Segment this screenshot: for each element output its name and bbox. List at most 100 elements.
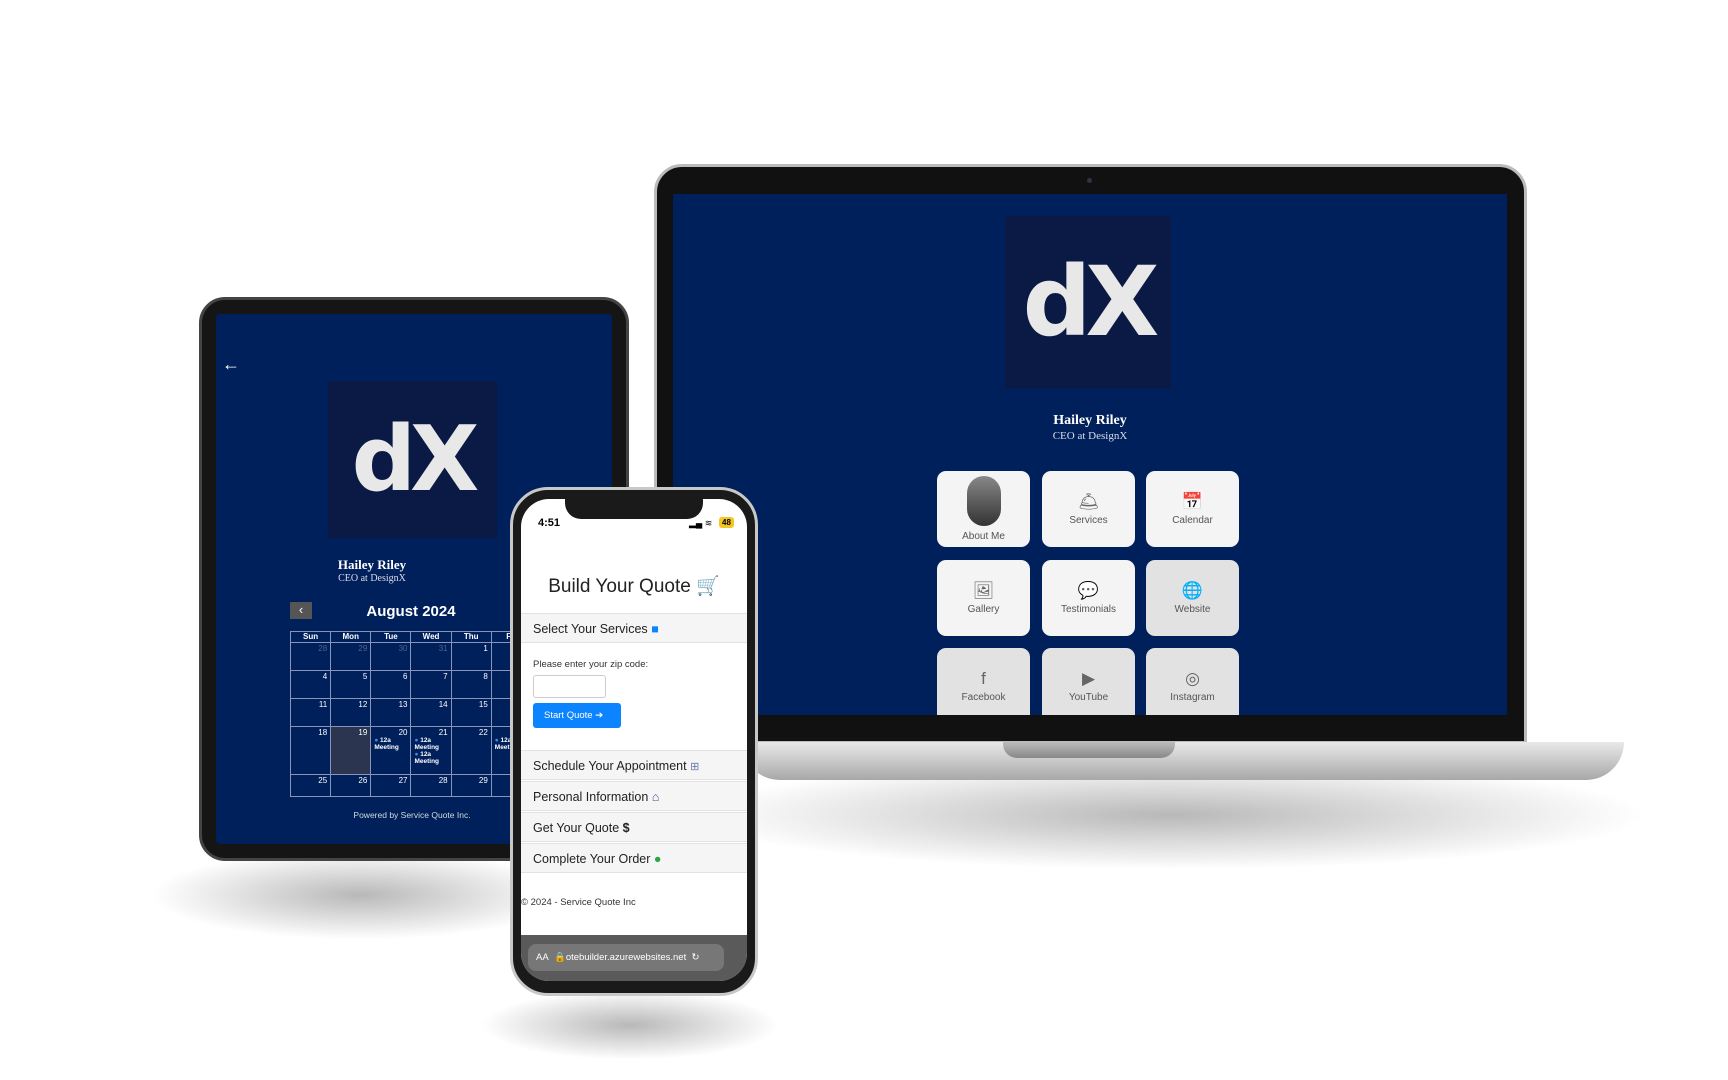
reload-icon[interactable]: ↻ (692, 952, 700, 963)
tile-label: About Me (962, 531, 1005, 542)
day-number: 25 (318, 776, 328, 785)
text-size-button[interactable]: AA (536, 952, 549, 963)
weekday-header: Tue (370, 631, 412, 643)
tile-about-me[interactable]: About Me (937, 471, 1030, 547)
phone-notch (565, 497, 703, 519)
calendar-day[interactable]: 27 (370, 774, 412, 797)
tile-website[interactable]: 🌐 Website (1146, 560, 1239, 636)
day-number: 21 (438, 728, 448, 737)
calendar-day[interactable]: 5 (330, 670, 372, 699)
signal-wifi-icon: ▂▄ ≋ (689, 518, 713, 528)
calendar-day[interactable]: 20 ● 12a Meeting (370, 726, 412, 775)
calendar-event[interactable]: ● 12a Meeting (414, 751, 447, 765)
globe-icon: 🌐 (1181, 580, 1204, 600)
calendar-day[interactable]: 7 (410, 670, 452, 699)
back-arrow-icon[interactable]: ← (222, 354, 240, 375)
browser-toolbar: AA 🔒otebuilder.azurewebsites.net ↻ (521, 935, 747, 981)
step-label: Select Your Services (533, 622, 648, 636)
calendar-day[interactable]: 22 (450, 726, 492, 775)
tile-facebook[interactable]: f Facebook (937, 648, 1030, 715)
arrow-circle-icon: ➔ (595, 710, 604, 721)
step-personal-info[interactable]: Personal Information ⌂ (521, 781, 747, 811)
tile-label: Gallery (967, 603, 1000, 615)
calendar-day[interactable]: 29 (330, 642, 372, 671)
laptop-camera (1087, 178, 1092, 183)
calendar-day[interactable]: 25 (289, 774, 332, 797)
day-number: 28 (438, 776, 448, 785)
prev-month-button[interactable]: ‹ (290, 602, 312, 619)
day-number: 11 (318, 700, 328, 709)
shopping-bag-icon: ■ (651, 622, 659, 636)
calendar-day[interactable]: 18 (289, 726, 332, 775)
tile-label: Calendar (1172, 514, 1213, 526)
calendar-day[interactable]: 26 (330, 774, 372, 797)
zip-input[interactable] (533, 675, 606, 698)
step-schedule[interactable]: Schedule Your Appointment ⊞ (521, 750, 747, 780)
laptop-base (742, 742, 1624, 780)
day-number: 13 (398, 700, 408, 709)
day-number: 19 (358, 728, 368, 737)
day-number: 26 (358, 776, 368, 785)
calendar-day[interactable]: 14 (410, 698, 452, 727)
tile-label: YouTube (1068, 691, 1109, 703)
instagram-icon: ◎ (1185, 668, 1200, 688)
calendar-day[interactable]: 15 (450, 698, 492, 727)
facebook-icon: f (981, 668, 986, 688)
chat-icon: 💬 (1077, 580, 1100, 600)
tile-label: Instagram (1170, 691, 1215, 703)
tile-youtube[interactable]: ▶ YouTube (1042, 648, 1135, 715)
calendar-day[interactable]: 8 (450, 670, 492, 699)
calendar-event[interactable]: ● 12a Meeting (374, 737, 407, 751)
calendar-day[interactable]: 6 (370, 670, 412, 699)
day-number: 8 (483, 672, 488, 681)
tile-label: Website (1174, 603, 1211, 615)
tile-gallery[interactable]: 🖼 Gallery (937, 560, 1030, 636)
start-quote-button[interactable]: Start Quote ➔ (533, 703, 621, 728)
tile-label: Testimonials (1060, 603, 1117, 615)
step-label: Personal Information (533, 790, 649, 804)
phone-screen: 4:51 ▂▄ ≋ 48 Build Your Quote 🛒 Select Y… (521, 499, 747, 981)
laptop-notch (1003, 742, 1175, 758)
calendar-day[interactable]: 28 (289, 642, 332, 671)
profile-name: Hailey Riley (337, 557, 407, 572)
calendar-month-title: August 2024 (366, 603, 456, 620)
event-title: Meeting (374, 744, 399, 751)
button-label: Start Quote (544, 710, 593, 721)
day-number: 14 (438, 700, 448, 709)
day-number: 30 (398, 644, 408, 653)
day-number: 22 (478, 728, 488, 737)
calendar-day[interactable]: 1 (450, 642, 492, 671)
tile-services[interactable]: 🛎 Services (1042, 471, 1135, 547)
profile-title: CEO at DesignX (1052, 430, 1128, 442)
calendar-day[interactable]: 13 (370, 698, 412, 727)
weekday-header: Mon (330, 631, 372, 643)
lock-icon: 🔒 (553, 952, 566, 963)
step-select-services[interactable]: Select Your Services ■ (521, 613, 747, 643)
home-icon: ⌂ (651, 790, 660, 804)
day-number: 15 (478, 700, 488, 709)
calendar-day[interactable]: 11 (289, 698, 332, 727)
step-label: Schedule Your Appointment (533, 759, 687, 773)
step-complete-order[interactable]: Complete Your Order ● (521, 843, 747, 873)
tile-instagram[interactable]: ◎ Instagram (1146, 648, 1239, 715)
calendar-day[interactable]: 19 (330, 726, 372, 775)
day-number: 20 (398, 728, 408, 737)
step-get-quote[interactable]: Get Your Quote $ (521, 812, 747, 842)
tile-label: Services (1069, 514, 1108, 526)
weekday-header: Thu (450, 631, 492, 643)
tile-testimonials[interactable]: 💬 Testimonials (1042, 560, 1135, 636)
tile-calendar[interactable]: 📅 Calendar (1146, 471, 1239, 547)
calendar-day[interactable]: 30 (370, 642, 412, 671)
calendar-day[interactable]: 4 (289, 670, 332, 699)
day-number: 1 (483, 644, 488, 653)
calendar-day[interactable]: 31 (410, 642, 452, 671)
day-number: 18 (318, 728, 328, 737)
calendar-day[interactable]: 21 ● 12a Meeting ● 12a Meeting (410, 726, 452, 775)
calendar-day[interactable]: 12 (330, 698, 372, 727)
calendar-day[interactable]: 28 (410, 774, 452, 797)
calendar-day[interactable]: 29 (450, 774, 492, 797)
calendar-event[interactable]: ● 12a Meeting (414, 737, 447, 751)
address-bar[interactable]: AA 🔒otebuilder.azurewebsites.net ↻ (528, 944, 724, 971)
dollar-icon: $ (622, 821, 630, 835)
day-number: 6 (403, 672, 408, 681)
